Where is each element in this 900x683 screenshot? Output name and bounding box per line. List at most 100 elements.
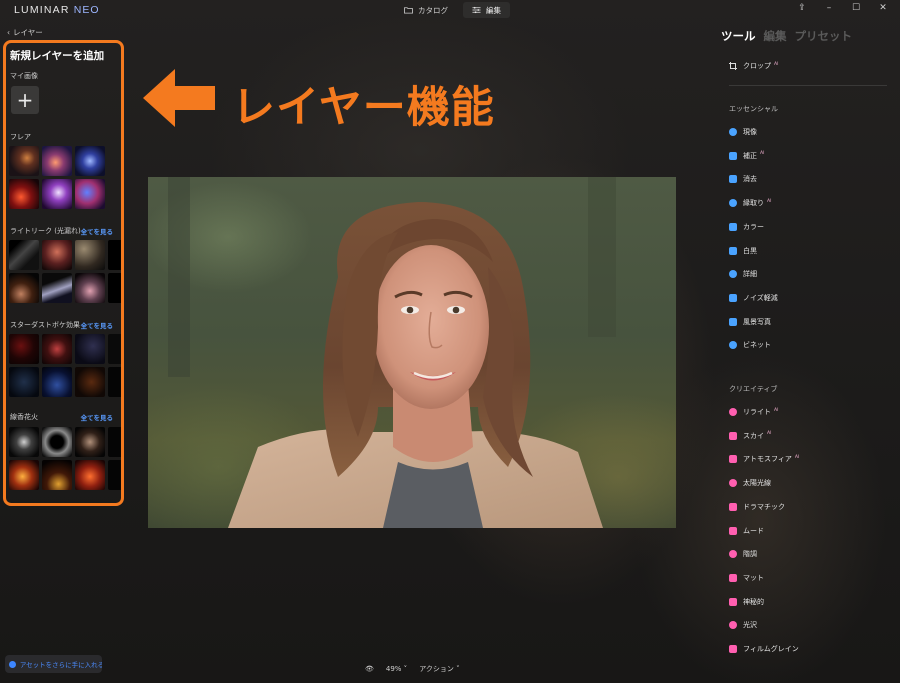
eye-icon[interactable]: 👁	[365, 665, 374, 673]
color-icon	[729, 222, 737, 231]
stardust-thumbnail[interactable]	[42, 367, 72, 397]
flare-thumbnail[interactable]	[9, 179, 39, 209]
stardust-thumbnail[interactable]	[108, 334, 121, 364]
light-leak-thumbnail[interactable]	[75, 273, 105, 303]
folder-icon	[404, 7, 413, 14]
share-icon[interactable]: ⇪	[797, 3, 807, 13]
tool-structure[interactable]: 縁取り AI	[729, 197, 771, 209]
light-leak-grid	[9, 240, 121, 303]
flare-thumbnail[interactable]	[42, 179, 72, 209]
sparkler-thumbnail[interactable]	[75, 460, 105, 490]
actions-dropdown[interactable]: アクション ˅	[419, 664, 459, 674]
stardust-thumbnail[interactable]	[42, 334, 72, 364]
section-light-leak: ライトリーク (光漏れ)	[10, 227, 81, 235]
stardust-thumbnail[interactable]	[9, 334, 39, 364]
tool-noise[interactable]: ノイズ軽減	[729, 292, 778, 304]
sparkler-thumbnail[interactable]	[75, 427, 105, 457]
stardust-thumbnail[interactable]	[108, 367, 121, 397]
light-leak-thumbnail[interactable]	[42, 273, 72, 303]
sliders-icon	[472, 6, 481, 14]
light-leak-thumbnail[interactable]	[75, 240, 105, 270]
vignette-icon	[729, 341, 737, 350]
stardust-thumbnail[interactable]	[75, 367, 105, 397]
light-leak-thumbnail[interactable]	[108, 273, 121, 303]
stardust-thumbnail[interactable]	[9, 367, 39, 397]
tool-bw[interactable]: 白黒	[729, 245, 757, 257]
see-all-link[interactable]: 全てを見る	[81, 320, 113, 330]
tool-eraser[interactable]: 消去	[729, 173, 757, 185]
bw-icon	[729, 246, 737, 255]
see-all-link[interactable]: 全てを見る	[81, 226, 113, 236]
section-essentials: エッセンシャル	[729, 105, 778, 113]
section-flare: フレア	[10, 133, 31, 141]
sparkle-icon	[729, 151, 737, 160]
tool-toning[interactable]: 階調	[729, 548, 757, 560]
tab-edits[interactable]: 編集	[764, 28, 787, 44]
lightning-icon	[729, 502, 737, 511]
annotation-label: レイヤー機能	[232, 83, 495, 133]
atmosphere-icon	[729, 455, 737, 464]
close-icon[interactable]: ✕	[878, 3, 888, 13]
glow-icon	[729, 621, 737, 630]
bottom-toolbar: 👁 49% ˅ アクション ˅	[365, 664, 460, 674]
tool-mood[interactable]: ムード	[729, 525, 764, 537]
back-button[interactable]: ‹ レイヤー	[7, 27, 43, 38]
maximize-icon[interactable]: ☐	[851, 3, 861, 13]
flare-thumbnail[interactable]	[42, 146, 72, 176]
detail-icon	[729, 270, 737, 279]
light-leak-thumbnail[interactable]	[42, 240, 72, 270]
tool-vignette[interactable]: ビネット	[729, 339, 771, 351]
toning-icon	[729, 550, 737, 559]
section-my-image: マイ画像	[10, 72, 38, 80]
cloud-icon	[729, 431, 737, 440]
light-leak-thumbnail[interactable]	[108, 240, 121, 270]
divider	[729, 85, 887, 86]
sparkler-thumbnail[interactable]	[108, 460, 121, 490]
tab-catalog[interactable]: カタログ	[395, 2, 457, 18]
flare-thumbnail[interactable]	[9, 146, 39, 176]
mood-icon	[729, 526, 737, 535]
flare-grid	[9, 146, 121, 209]
tool-sparkle[interactable]: 補正 AI	[729, 150, 764, 162]
section-creative: クリエイティブ	[729, 385, 778, 393]
luminar-dot-icon	[9, 660, 16, 668]
tool-color[interactable]: カラー	[729, 221, 764, 233]
sparkler-thumbnail[interactable]	[9, 460, 39, 490]
landscape-icon	[729, 317, 737, 326]
sparkler-thumbnail[interactable]	[42, 427, 72, 457]
tool-sun[interactable]: 現像	[729, 126, 757, 138]
get-more-assets-button[interactable]: アセットをさらに手に入れる	[5, 655, 102, 673]
tool-relight[interactable]: リライト AI	[729, 406, 778, 418]
app-logo: LUMINAR NEO	[14, 4, 100, 16]
light-leak-thumbnail[interactable]	[9, 273, 39, 303]
crop-icon	[729, 62, 737, 70]
tool-lightning[interactable]: ドラマチック	[729, 501, 785, 513]
tool-crop[interactable]: クロップ AI	[729, 60, 778, 72]
tool-mystical[interactable]: 神秘的	[729, 596, 764, 608]
sparkler-thumbnail[interactable]	[9, 427, 39, 457]
structure-icon	[729, 199, 737, 208]
tool-glow[interactable]: 光沢	[729, 619, 757, 631]
minimize-icon[interactable]: –	[824, 3, 834, 13]
sparkler-thumbnail[interactable]	[108, 427, 121, 457]
stardust-thumbnail[interactable]	[75, 334, 105, 364]
tool-matte[interactable]: マット	[729, 572, 764, 584]
tool-sunrays[interactable]: 太陽光線	[729, 477, 771, 489]
tool-detail[interactable]: 詳細	[729, 268, 757, 280]
tab-tools[interactable]: ツール	[721, 28, 756, 44]
add-image-button[interactable]: +	[11, 86, 39, 114]
sun-icon	[729, 128, 737, 136]
tool-cloud[interactable]: スカイ AI	[729, 430, 771, 442]
photo-canvas[interactable]	[148, 177, 676, 528]
flare-thumbnail[interactable]	[75, 146, 105, 176]
see-all-link[interactable]: 全てを見る	[81, 412, 113, 422]
tab-edit[interactable]: 編集	[463, 2, 510, 18]
zoom-dropdown[interactable]: 49% ˅	[386, 665, 407, 673]
tool-landscape[interactable]: 風景写真	[729, 316, 771, 328]
tab-presets[interactable]: プリセット	[795, 28, 853, 44]
light-leak-thumbnail[interactable]	[9, 240, 39, 270]
flare-thumbnail[interactable]	[75, 179, 105, 209]
tool-grain[interactable]: フィルムグレイン	[729, 643, 799, 655]
sparkler-thumbnail[interactable]	[42, 460, 72, 490]
tool-atmosphere[interactable]: アトモスフィア AI	[729, 453, 799, 465]
